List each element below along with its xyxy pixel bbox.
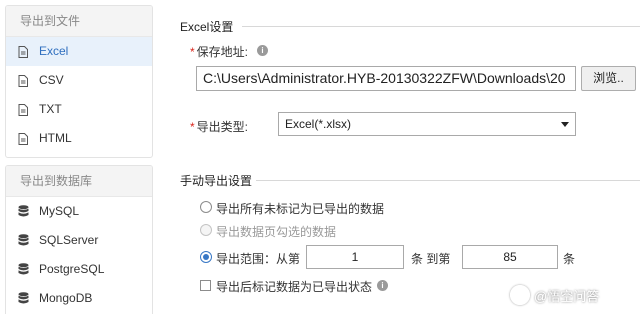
file-icon	[18, 104, 28, 116]
sidebar-item-html[interactable]: HTML	[6, 124, 152, 153]
database-icon	[18, 205, 29, 217]
info-icon[interactable]: i	[257, 45, 268, 56]
wukong-logo-icon	[510, 285, 530, 305]
database-icon	[18, 263, 29, 275]
section-divider	[242, 26, 640, 27]
mark-exported-label: 导出后标记数据为已导出状态	[216, 280, 373, 294]
save-path-label: * 保存地址:	[190, 43, 248, 60]
radio-export-range[interactable]	[200, 251, 212, 263]
sidebar-item-label: SQLServer	[39, 233, 99, 247]
export-type-label-text: 导出类型:	[196, 120, 249, 134]
database-icon	[18, 234, 29, 246]
watermark: @悟空问答	[510, 284, 599, 306]
save-path-input[interactable]: C:\Users\Administrator.HYB-20130322ZFW\D…	[196, 66, 576, 91]
sidebar-item-label: Excel	[39, 44, 69, 58]
sidebar-item-csv[interactable]: CSV	[6, 66, 152, 95]
section-divider	[256, 180, 640, 181]
info-icon[interactable]: i	[377, 280, 388, 291]
sidebar-item-label: MySQL	[39, 204, 80, 218]
export-settings-panel: Excel设置 * 保存地址: i C:\Users\Administrator.…	[172, 0, 640, 314]
chevron-down-icon	[561, 122, 569, 127]
sidebar: 导出到文件 Excel CSV TXT HTML 导出到数据库 MySQL SQ…	[0, 0, 163, 314]
range-suffix-label: 条	[563, 252, 576, 266]
mark-exported-checkbox[interactable]	[200, 280, 211, 291]
sidebar-item-txt[interactable]: TXT	[6, 95, 152, 124]
manual-export-title: 手动导出设置	[180, 174, 253, 188]
export-type-value: Excel(*.xlsx)	[285, 117, 352, 131]
export-to-file-group: 导出到文件 Excel CSV TXT HTML	[5, 5, 153, 158]
watermark-text: @悟空问答	[534, 288, 600, 304]
excel-settings-title: Excel设置	[180, 20, 234, 34]
sidebar-item-mysql[interactable]: MySQL	[6, 197, 152, 226]
sidebar-item-label: HTML	[39, 131, 72, 145]
sidebar-item-label: PostgreSQL	[39, 262, 105, 276]
file-icon	[18, 75, 28, 87]
sidebar-item-mongodb[interactable]: MongoDB	[6, 284, 152, 313]
radio-export-page[interactable]	[200, 224, 212, 236]
required-mark: *	[190, 45, 195, 59]
export-to-database-heading: 导出到数据库	[6, 166, 152, 197]
range-to-input[interactable]: 85	[462, 245, 558, 269]
export-type-label: * 导出类型:	[190, 118, 248, 135]
range-mid-label: 条 到第	[411, 252, 451, 266]
export-range-label: 导出范围：从第	[216, 252, 301, 266]
sidebar-item-excel[interactable]: Excel	[6, 37, 152, 66]
save-path-label-text: 保存地址:	[196, 45, 249, 59]
export-to-database-group: 导出到数据库 MySQL SQLServer PostgreSQL MongoD…	[5, 165, 153, 314]
database-icon	[18, 292, 29, 304]
sidebar-item-sqlserver[interactable]: SQLServer	[6, 226, 152, 255]
sidebar-item-label: TXT	[39, 102, 62, 116]
range-from-input[interactable]: 1	[306, 245, 404, 269]
browse-button[interactable]: 浏览..	[581, 66, 636, 91]
export-type-select[interactable]: Excel(*.xlsx)	[278, 112, 576, 136]
required-mark: *	[190, 120, 195, 134]
export-to-file-heading: 导出到文件	[6, 6, 152, 37]
sidebar-item-postgresql[interactable]: PostgreSQL	[6, 255, 152, 284]
export-page-label: 导出数据页勾选的数据	[216, 225, 337, 239]
radio-export-all[interactable]	[200, 201, 212, 213]
file-icon	[18, 133, 28, 145]
sidebar-item-label: MongoDB	[39, 291, 93, 305]
file-icon	[18, 46, 28, 58]
export-all-label: 导出所有未标记为已导出的数据	[216, 202, 385, 216]
sidebar-item-label: CSV	[39, 73, 64, 87]
